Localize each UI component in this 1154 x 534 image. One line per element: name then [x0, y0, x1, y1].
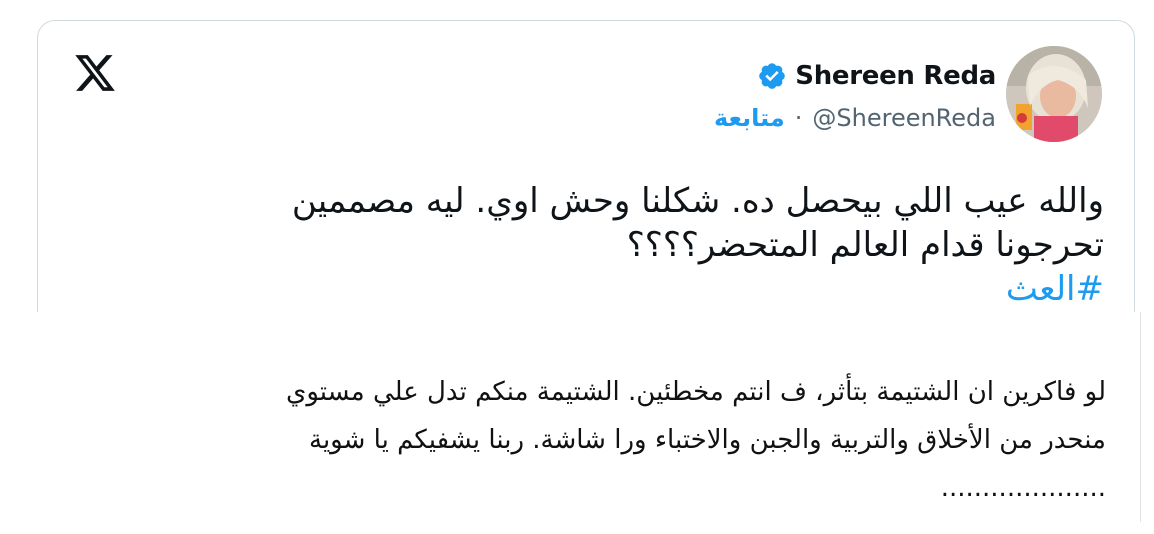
author-name[interactable]: Shereen Reda — [795, 61, 996, 91]
author-name-row: Shereen Reda — [714, 57, 996, 95]
follow-button[interactable]: متابعة — [714, 104, 785, 132]
author-handle-row: متابعة · @ShereenReda — [714, 101, 996, 135]
avatar[interactable] — [1006, 46, 1102, 142]
reply-text-line: منحدر من الأخلاق والتربية والجبن والاختب… — [309, 425, 1106, 455]
separator-dot: · — [794, 104, 803, 132]
hashtag-link[interactable]: #العث — [104, 267, 1104, 311]
x-logo-icon[interactable] — [72, 51, 118, 95]
tweet-card[interactable]: Shereen Reda متابعة · @ShereenReda والله… — [37, 20, 1135, 350]
tweet-text: والله عيب اللي بيحصل ده. شكلنا وحش اوي. … — [104, 179, 1104, 311]
author-block: Shereen Reda متابعة · @ShereenReda — [714, 57, 996, 135]
reply-text-line: .................... — [940, 473, 1106, 503]
tweet-text-line: والله عيب اللي بيحصل ده. شكلنا وحش اوي. … — [291, 181, 1104, 221]
author-handle[interactable]: @ShereenReda — [812, 104, 996, 132]
reply-block: لو فاكرين ان الشتيمة بتأثر، ف انتم مخطئي… — [0, 312, 1141, 522]
tweet-text-line: تحرجونا قدام العالم المتحضر؟؟؟؟ — [626, 225, 1104, 265]
avatar-photo — [1006, 46, 1102, 142]
reply-text: لو فاكرين ان الشتيمة بتأثر، ف انتم مخطئي… — [6, 368, 1106, 512]
verified-badge-icon — [759, 63, 786, 89]
reply-text-line: لو فاكرين ان الشتيمة بتأثر، ف انتم مخطئي… — [285, 377, 1106, 407]
